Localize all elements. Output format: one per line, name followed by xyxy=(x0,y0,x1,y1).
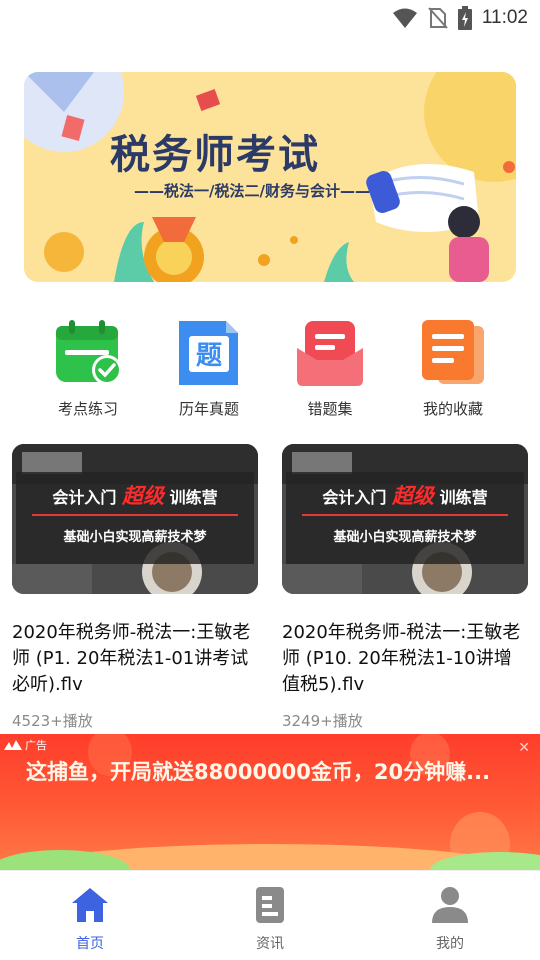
document-stack-icon xyxy=(422,320,484,384)
tab-news[interactable]: 资讯 xyxy=(210,885,330,953)
status-time: 11:02 xyxy=(481,7,528,28)
thumb-text: 会计入门 xyxy=(322,488,387,507)
bottom-tab-bar: 首页 资讯 我的 xyxy=(0,870,540,960)
tab-label: 我的 xyxy=(436,936,464,952)
home-icon xyxy=(72,888,108,922)
ad-banner[interactable]: 广告 ✕ 这捕鱼，开局就送88000000金币，20分钟赚... xyxy=(0,734,540,870)
thumb-highlight: 超级 xyxy=(122,484,164,508)
thumb-text: 训练营 xyxy=(169,488,218,507)
video-play-count: 3249+播放 xyxy=(282,712,363,730)
no-sim-icon xyxy=(428,7,448,29)
video-card[interactable]: 会计入门 超级 训练营 基础小白实现高薪技术梦 2020年税务师-税法一:王敏老… xyxy=(12,444,258,731)
quick-action-wrong-answers[interactable]: 错题集 xyxy=(270,318,390,419)
quick-action-favorites[interactable]: 我的收藏 xyxy=(393,318,513,419)
mail-tray-icon xyxy=(297,321,363,386)
thumb-subtitle: 基础小白实现高薪技术梦 xyxy=(63,530,207,545)
battery-charging-icon xyxy=(457,6,472,30)
hero-banner[interactable]: 税务师考试 ——税法一/税法二/财务与会计—— xyxy=(24,72,516,282)
quick-action-label: 我的收藏 xyxy=(422,400,483,418)
quick-action-practice[interactable]: 考点练习 xyxy=(28,318,148,419)
ad-text: 这捕鱼，开局就送88000000金币，20分钟赚... xyxy=(26,760,491,784)
video-title[interactable]: 2020年税务师-税法一:王敏老师 (P1. 20年税法1-01讲考试必听).f… xyxy=(12,620,258,698)
thumb-divider xyxy=(302,514,508,516)
quick-action-label: 考点练习 xyxy=(57,400,118,418)
question-doc-icon: 题 xyxy=(179,321,238,385)
video-thumbnail[interactable]: 会计入门 超级 训练营 基础小白实现高薪技术梦 xyxy=(12,444,258,594)
quick-action-past-exams[interactable]: 题 历年真题 xyxy=(149,318,269,419)
wifi-icon xyxy=(392,8,417,28)
quick-actions: 考点练习 题 历年真题 错题集 我的收藏 xyxy=(0,318,540,422)
tab-label: 首页 xyxy=(76,936,104,952)
ad-tag-label: 广告 xyxy=(25,739,47,752)
video-title[interactable]: 2020年税务师-税法一:王敏老师 (P10. 20年税法1-10讲增值税5).… xyxy=(282,620,528,698)
user-icon xyxy=(432,887,468,923)
banner-subtitle: ——税法一/税法二/财务与会计—— xyxy=(134,182,370,200)
svg-text:题: 题 xyxy=(196,341,222,371)
status-bar: 11:02 xyxy=(0,0,540,36)
video-play-count: 4523+播放 xyxy=(12,712,93,730)
thumb-highlight: 超级 xyxy=(392,484,434,508)
banner-title: 税务师考试 xyxy=(110,132,320,178)
video-thumbnail[interactable]: 会计入门 超级 训练营 基础小白实现高薪技术梦 xyxy=(282,444,528,594)
thumb-subtitle: 基础小白实现高薪技术梦 xyxy=(333,530,477,545)
ad-logo-icon xyxy=(4,740,22,750)
quick-action-label: 历年真题 xyxy=(178,400,239,418)
ad-close-icon[interactable]: ✕ xyxy=(518,740,530,756)
ad-background xyxy=(0,734,540,870)
video-card[interactable]: 会计入门 超级 训练营 基础小白实现高薪技术梦 2020年税务师-税法一:王敏老… xyxy=(282,444,528,731)
thumb-text: 会计入门 xyxy=(52,488,117,507)
tab-profile[interactable]: 我的 xyxy=(390,885,510,953)
calendar-check-icon xyxy=(56,320,122,385)
thumb-divider xyxy=(32,514,238,516)
tab-home[interactable]: 首页 xyxy=(30,885,150,953)
thumb-text: 训练营 xyxy=(439,488,488,507)
quick-action-label: 错题集 xyxy=(307,400,353,418)
news-icon xyxy=(256,887,284,923)
tab-label: 资讯 xyxy=(256,936,284,952)
